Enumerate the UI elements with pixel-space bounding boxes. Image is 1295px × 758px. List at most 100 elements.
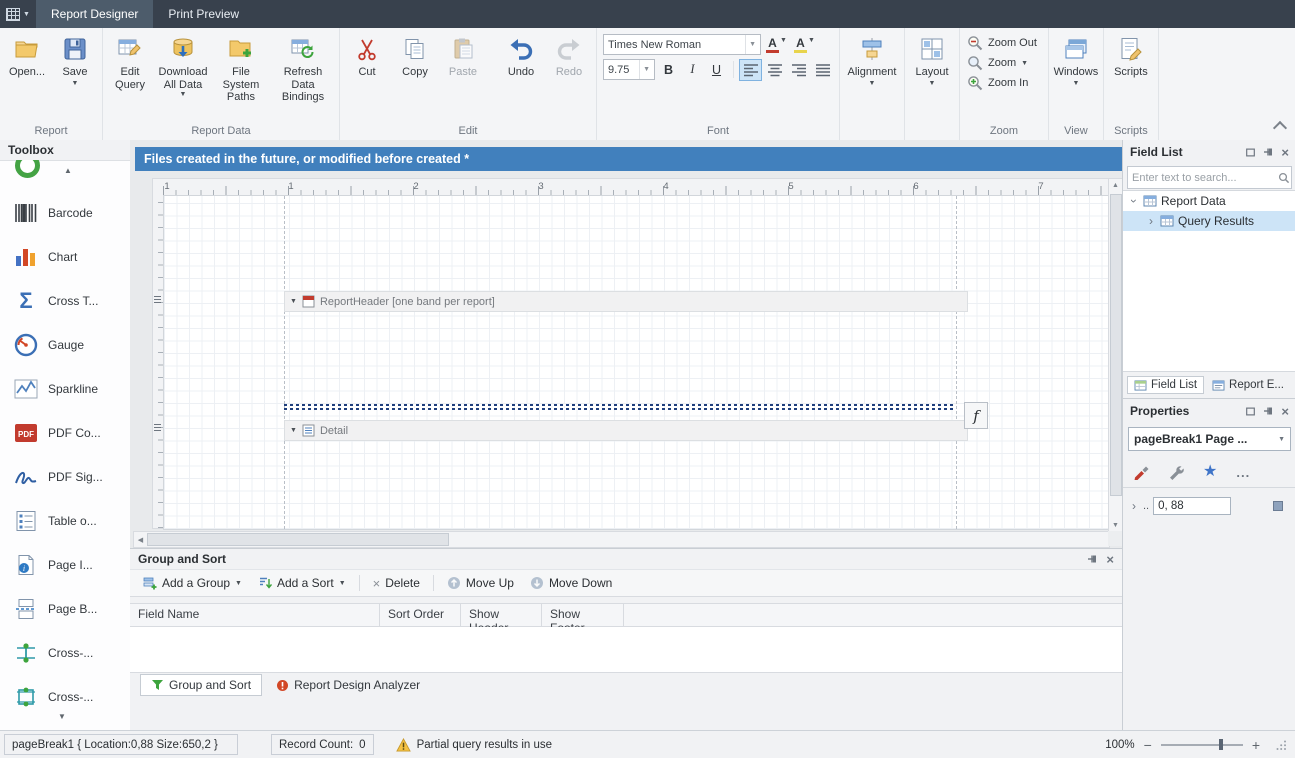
toolbox-item-cross-band-box[interactable]: Cross-... [0, 677, 130, 717]
tab-group-and-sort[interactable]: Group and Sort [140, 674, 262, 696]
search-input[interactable] [1128, 172, 1278, 184]
column-header-show-footer[interactable]: Show Footer [542, 604, 624, 626]
toolbox-item-pdf-content[interactable]: PDF PDF Co... [0, 413, 130, 453]
underline-button[interactable]: U [706, 60, 727, 80]
collapse-band-icon[interactable]: ▼ [290, 427, 297, 434]
pin-icon[interactable] [1087, 554, 1098, 565]
vertical-scrollbar-thumb[interactable] [1110, 194, 1122, 496]
toolbox-item-barcode[interactable]: Barcode [0, 193, 130, 233]
behavior-wrench-icon[interactable] [1168, 464, 1184, 480]
edit-query-button[interactable]: Edit Query [106, 30, 154, 92]
group-sort-empty-list[interactable] [130, 627, 1122, 673]
align-left-button[interactable] [740, 60, 761, 80]
horizontal-scrollbar[interactable]: ◀ [133, 531, 1110, 548]
file-system-paths-button[interactable]: File System Paths [212, 30, 270, 105]
maximize-icon[interactable] [1245, 406, 1256, 417]
resize-grip[interactable] [1275, 739, 1287, 751]
maximize-icon[interactable] [1245, 147, 1256, 158]
zoom-in-plus-button[interactable]: + [1252, 738, 1260, 752]
zoom-out-minus-button[interactable]: − [1144, 738, 1152, 752]
tab-report-design-analyzer[interactable]: Report Design Analyzer [266, 675, 430, 695]
column-header-sort-order[interactable]: Sort Order [380, 604, 461, 626]
align-right-button[interactable] [788, 60, 809, 80]
close-icon[interactable]: × [1281, 146, 1289, 159]
toolbox-item-pdf-signature[interactable]: PDF Sig... [0, 457, 130, 497]
toolbox-item-chart[interactable]: Chart [0, 237, 130, 277]
toolbox-scroll-down-button[interactable]: ▼ [58, 712, 66, 721]
font-color-button[interactable]: A ▼ [764, 36, 789, 54]
open-button[interactable]: Open... [3, 30, 51, 80]
application-menu-button[interactable]: ▼ [0, 0, 36, 28]
appearance-brush-icon[interactable] [1133, 464, 1149, 480]
zoom-slider[interactable] [1161, 738, 1243, 751]
zoom-slider-thumb[interactable] [1219, 739, 1223, 750]
toolbox-item-cross-band-line[interactable]: Cross-... [0, 633, 130, 673]
toolbox-item-table-of-contents[interactable]: Table o... [0, 501, 130, 541]
page-break-control-selected[interactable] [284, 404, 956, 410]
favorites-star-icon[interactable]: ★ [1203, 464, 1217, 480]
alignment-button[interactable]: Alignment ▼ [843, 30, 901, 89]
detail-band-caption[interactable]: ▼ Detail [284, 420, 968, 441]
delete-button[interactable]: × Delete [366, 574, 427, 592]
pin-icon[interactable] [1263, 147, 1274, 158]
redo-button[interactable]: Redo [545, 30, 593, 80]
toolbox-item-page-break[interactable]: Page B... [0, 589, 130, 629]
toolbox-item-cross-tab[interactable]: Σ Cross T... [0, 281, 130, 321]
add-a-group-button[interactable]: Add a Group ▼ [136, 574, 249, 592]
move-down-button[interactable]: Move Down [523, 574, 619, 592]
undo-button[interactable]: Undo [497, 30, 545, 80]
zoom-in-button[interactable]: Zoom In [965, 73, 1034, 93]
tab-field-list[interactable]: Field List [1127, 376, 1204, 394]
align-justify-button[interactable] [812, 60, 833, 80]
tab-report-explorer[interactable]: Report E... [1206, 377, 1290, 393]
highlight-color-button[interactable]: A ▼ [792, 36, 817, 54]
add-a-sort-button[interactable]: Add a Sort ▼ [251, 574, 353, 592]
italic-button[interactable]: I [682, 60, 703, 80]
toolbox-item-sparkline[interactable]: Sparkline [0, 369, 130, 409]
expander-icon[interactable]: › [1129, 500, 1139, 512]
scroll-up-icon[interactable]: ▲ [1109, 179, 1122, 192]
close-icon[interactable]: × [1281, 405, 1289, 418]
close-icon[interactable]: × [1106, 553, 1114, 566]
bold-button[interactable]: B [658, 60, 679, 80]
save-button[interactable]: Save ▼ [51, 30, 99, 89]
tree-node-query-results[interactable]: › Query Results [1123, 211, 1295, 231]
refresh-data-bindings-button[interactable]: Refresh Data Bindings [270, 30, 336, 105]
design-surface[interactable]: ▼ ReportHeader [one band per report] ▼ D… [163, 195, 1110, 530]
report-header-band-caption[interactable]: ▼ ReportHeader [one band per report] [284, 291, 968, 312]
property-row-location[interactable]: › .. [1123, 495, 1295, 517]
toolbox-item-page-info[interactable]: i Page I... [0, 545, 130, 585]
zoom-out-button[interactable]: Zoom Out [965, 33, 1043, 53]
collapse-ribbon-button[interactable] [1273, 121, 1287, 135]
tab-report-designer[interactable]: Report Designer [36, 0, 153, 28]
cut-button[interactable]: Cut [343, 30, 391, 80]
toolbox-item-gauge[interactable]: Gauge [0, 325, 130, 365]
expander-icon[interactable]: › [1128, 196, 1140, 206]
column-header-show-header[interactable]: Show Header [461, 604, 542, 626]
move-up-button[interactable]: Move Up [440, 574, 521, 592]
scripts-button[interactable]: Scripts [1107, 30, 1155, 80]
expander-icon[interactable]: › [1146, 215, 1156, 227]
align-center-button[interactable] [764, 60, 785, 80]
paste-button[interactable]: Paste [439, 30, 487, 80]
column-header-field-name[interactable]: Field Name [130, 604, 380, 626]
toolbox-scroll-up-button[interactable]: ▲ [64, 166, 72, 175]
property-marker-square[interactable] [1273, 501, 1283, 511]
layout-button[interactable]: Layout ▼ [908, 30, 956, 89]
tree-node-report-data[interactable]: › Report Data [1123, 191, 1295, 211]
horizontal-scrollbar-thumb[interactable] [147, 533, 449, 546]
copy-button[interactable]: Copy [391, 30, 439, 80]
font-size-combobox[interactable]: 9.75 ▼ [603, 59, 655, 80]
expression-fx-button[interactable]: f [964, 402, 988, 429]
collapse-band-icon[interactable]: ▼ [290, 298, 297, 305]
selected-object-combobox[interactable]: pageBreak1 Page ... ▼ [1128, 427, 1291, 451]
download-all-data-button[interactable]: Download All Data ▼ [154, 30, 212, 100]
font-name-combobox[interactable]: Times New Roman ▼ [603, 34, 761, 55]
zoom-button[interactable]: Zoom ▼ [965, 53, 1034, 73]
more-categories-button[interactable]: ... [1236, 465, 1250, 480]
tab-print-preview[interactable]: Print Preview [153, 0, 254, 28]
windows-button[interactable]: Windows ▼ [1052, 30, 1100, 89]
location-value-input[interactable] [1153, 497, 1231, 515]
pin-icon[interactable] [1263, 406, 1274, 417]
scroll-left-icon[interactable]: ◀ [134, 533, 147, 546]
